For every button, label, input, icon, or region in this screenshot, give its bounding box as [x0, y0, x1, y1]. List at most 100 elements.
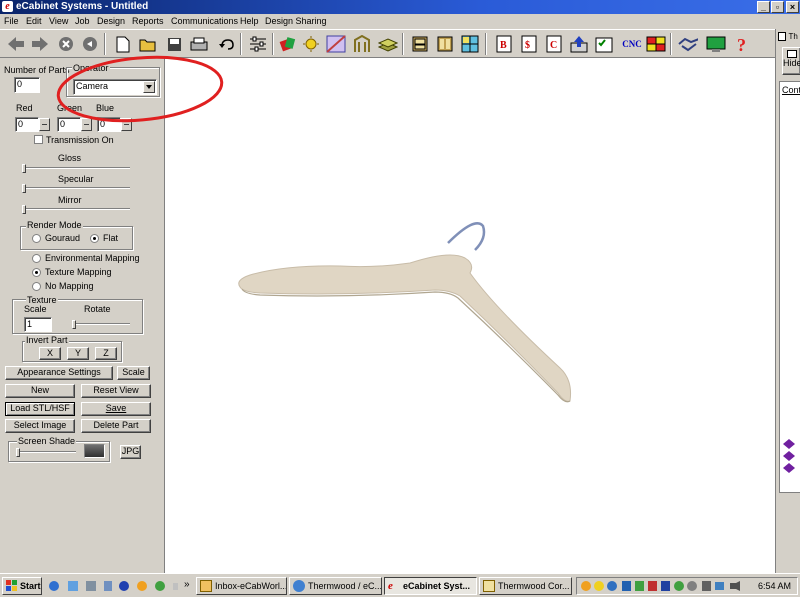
task-thermwood-ecab[interactable]: Thermwood / eC...	[289, 577, 382, 595]
window-title: eCabinet Systems - Untitled	[16, 1, 149, 12]
menu-file[interactable]: File	[4, 16, 19, 27]
hide-label: Hide	[783, 58, 800, 68]
tray-icons[interactable]	[580, 580, 750, 593]
settings-sliders-icon[interactable]	[248, 33, 268, 55]
red-spinner[interactable]	[39, 118, 50, 131]
handshake-icon[interactable]	[678, 33, 698, 55]
specular-slider[interactable]	[22, 184, 130, 193]
color-palette-icon[interactable]	[646, 33, 666, 55]
invert-y-button[interactable]: Y	[67, 347, 89, 360]
contents-pane[interactable]: Conte	[779, 81, 800, 493]
task-thermwood-corp[interactable]: Thermwood Cor...	[479, 577, 572, 595]
bill-report-icon[interactable]: B	[494, 33, 514, 55]
task-thermwood-corp-label: Thermwood Cor...	[498, 581, 570, 591]
chevron-down-icon[interactable]	[143, 81, 155, 93]
save-disk-icon[interactable]	[164, 33, 184, 55]
cut-report-icon[interactable]: C	[544, 33, 564, 55]
green-field[interactable]: 0	[57, 117, 81, 132]
upload-icon[interactable]	[569, 33, 589, 55]
stop-icon[interactable]	[56, 33, 76, 55]
print-icon[interactable]	[189, 33, 209, 55]
blue-field[interactable]: 0	[97, 117, 121, 132]
task-inbox[interactable]: Inbox-eCabWorl...	[196, 577, 287, 595]
cnc-icon[interactable]: CNC	[620, 33, 644, 55]
system-tray: 6:54 AM	[576, 577, 798, 595]
appearance-settings-button[interactable]: Appearance Settings	[5, 366, 113, 380]
blue-spinner[interactable]	[121, 118, 132, 131]
menu-design-sharing[interactable]: Design Sharing	[265, 16, 327, 27]
operator-select[interactable]: Camera	[73, 79, 157, 95]
gouraud-label: Gouraud	[45, 233, 81, 243]
red-field[interactable]: 0	[15, 117, 39, 132]
texture-scale-field[interactable]: 1	[24, 317, 52, 332]
svg-text:B: B	[500, 40, 507, 51]
jpg-button[interactable]: JPG	[120, 445, 141, 459]
more-chevron-icon[interactable]: »	[184, 579, 190, 590]
title-bar: e eCabinet Systems - Untitled _ ▫ ×	[0, 0, 800, 14]
hide-button[interactable]: Hide	[782, 47, 800, 75]
select-image-button[interactable]: Select Image	[5, 419, 75, 433]
panel-layers-icon[interactable]	[378, 33, 398, 55]
shade-color-swatch[interactable]	[84, 444, 105, 458]
close-button[interactable]: ×	[786, 1, 799, 13]
transmission-checkbox[interactable]	[34, 135, 43, 144]
rotate-slider[interactable]	[72, 320, 130, 329]
invert-z-button[interactable]: Z	[95, 347, 117, 360]
refresh-icon[interactable]	[80, 33, 100, 55]
room-view-icon[interactable]	[326, 33, 346, 55]
forward-arrow-icon[interactable]	[30, 33, 50, 55]
delete-part-button[interactable]: Delete Part	[81, 419, 151, 433]
transmission-label: Transmission On	[46, 135, 114, 145]
back-arrow-icon[interactable]	[6, 33, 26, 55]
undo-icon[interactable]	[216, 33, 236, 55]
start-button[interactable]: Start	[2, 577, 42, 595]
no-mapping-radio[interactable]	[32, 282, 41, 291]
maximize-button[interactable]: ▫	[771, 1, 784, 13]
open-folder-icon[interactable]	[138, 33, 158, 55]
number-of-parts-field[interactable]: 0	[14, 77, 40, 93]
cost-report-icon[interactable]: $	[519, 33, 539, 55]
screen-shade-slider[interactable]	[16, 448, 76, 457]
menu-view[interactable]: View	[49, 16, 68, 27]
menu-communications[interactable]: Communications	[171, 16, 238, 27]
new-file-icon[interactable]	[113, 33, 133, 55]
panel-title-fragment: Th	[788, 32, 798, 41]
invert-part-label: Invert Part	[25, 335, 69, 346]
minimize-button[interactable]: _	[757, 1, 770, 13]
scale-button[interactable]: Scale	[117, 366, 150, 380]
quick-launch-icons[interactable]	[48, 580, 178, 593]
red-label: Red	[16, 103, 33, 113]
cabinet-box-icon[interactable]	[410, 33, 430, 55]
invert-x-button[interactable]: X	[39, 347, 61, 360]
env-mapping-radio[interactable]	[32, 254, 41, 263]
document-icon	[483, 580, 495, 592]
cabinet-list-icon[interactable]	[435, 33, 455, 55]
cabinet-frame-icon[interactable]	[352, 33, 372, 55]
new-button[interactable]: New	[5, 384, 75, 398]
gloss-slider[interactable]	[22, 164, 130, 173]
help-question-icon[interactable]: ?	[732, 33, 752, 55]
screen-shade-label: Screen Shade	[17, 436, 77, 447]
ecabinet-icon: e	[388, 580, 393, 592]
material-colors-icon[interactable]	[278, 33, 298, 55]
texture-mapping-radio[interactable]	[32, 268, 41, 277]
monitor-icon[interactable]	[706, 33, 726, 55]
green-spinner[interactable]	[81, 118, 92, 131]
menu-edit[interactable]: Edit	[26, 16, 42, 27]
checklist-icon[interactable]	[594, 33, 614, 55]
mirror-slider[interactable]	[22, 205, 130, 214]
save-button[interactable]: Save	[81, 402, 151, 416]
task-ecabinet[interactable]: e eCabinet Syst...	[384, 577, 477, 595]
menu-design[interactable]: Design	[97, 16, 125, 27]
menu-help[interactable]: Help	[240, 16, 259, 27]
menu-job[interactable]: Job	[75, 16, 90, 27]
menu-reports[interactable]: Reports	[132, 16, 164, 27]
grid-view-icon[interactable]	[460, 33, 480, 55]
reset-view-button[interactable]: Reset View	[81, 384, 151, 398]
lighting-icon[interactable]	[302, 33, 322, 55]
gouraud-radio[interactable]	[32, 234, 41, 243]
3d-viewport[interactable]	[165, 58, 775, 573]
flat-radio[interactable]	[90, 234, 99, 243]
load-stl-hsf-button[interactable]: Load STL/HSF	[5, 402, 75, 416]
app-logo-icon: e	[2, 1, 13, 12]
